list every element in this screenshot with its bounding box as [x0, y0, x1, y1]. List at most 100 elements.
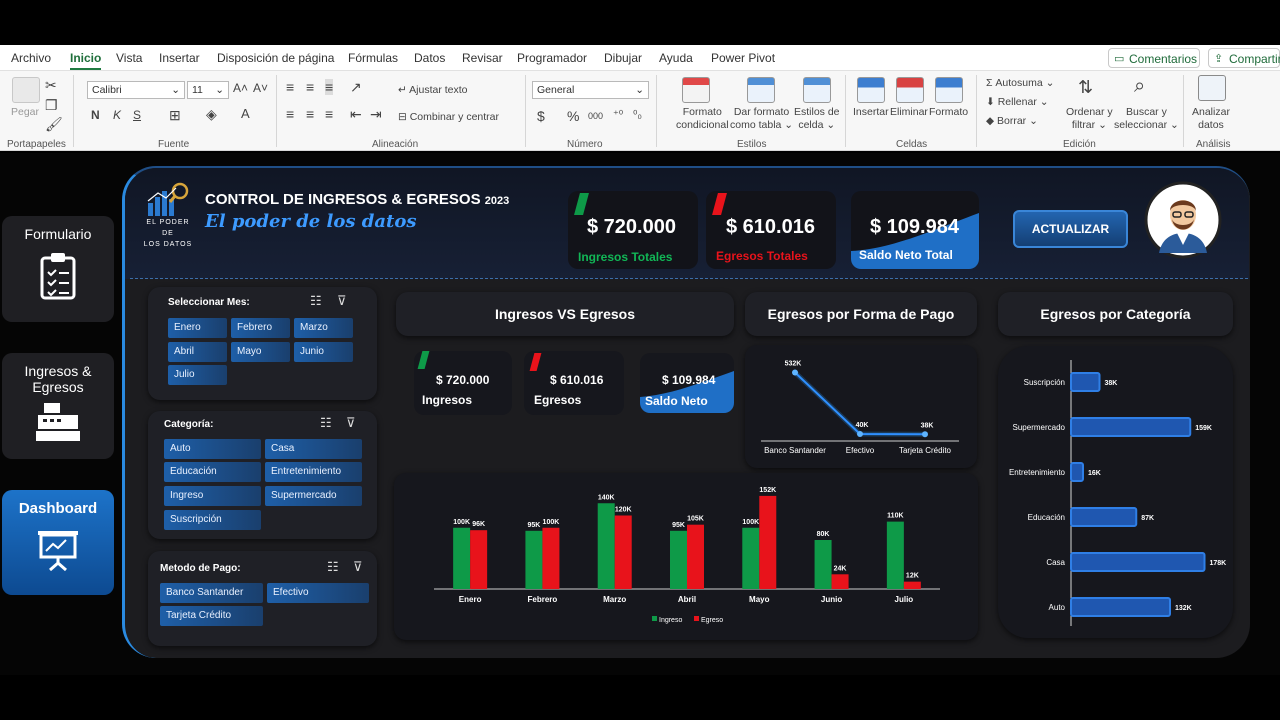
- decrease-font-icon[interactable]: A˅: [253, 81, 268, 95]
- data-label: 140K: [598, 494, 615, 501]
- increase-indent-icon[interactable]: ⇥: [370, 106, 382, 123]
- align-top-icon[interactable]: ≡: [286, 79, 294, 95]
- analyze-data-icon[interactable]: [1198, 75, 1226, 101]
- logo-text-line1: EL PODER DE: [146, 219, 190, 237]
- orientation-icon[interactable]: ↗: [350, 79, 362, 96]
- bold-icon[interactable]: N: [91, 108, 100, 122]
- clear-filter-icon[interactable]: ⊽: [346, 415, 356, 431]
- font-color-icon[interactable]: A: [241, 106, 250, 121]
- slicer-mes-item[interactable]: Abril: [168, 342, 227, 362]
- slicer-categoria-item[interactable]: Educación: [164, 462, 261, 482]
- multi-select-icon[interactable]: ☷: [320, 415, 332, 431]
- conditional-format-button[interactable]: Formato condicional: [676, 106, 729, 132]
- format-table-icon[interactable]: [747, 77, 775, 103]
- align-left-icon[interactable]: ≡: [286, 106, 294, 122]
- delete-cells-icon[interactable]: [896, 77, 924, 103]
- currency-icon[interactable]: $: [537, 108, 545, 124]
- slicer-pago-item[interactable]: Banco Santander: [160, 583, 263, 603]
- tab-disposicion[interactable]: Disposición de página: [217, 51, 334, 65]
- wrap-text-button[interactable]: ↵ Ajustar texto: [398, 84, 468, 97]
- nav-dashboard-button[interactable]: Dashboard: [2, 490, 114, 595]
- clear-filter-icon[interactable]: ⊽: [353, 559, 363, 575]
- insert-cells-icon[interactable]: [857, 77, 885, 103]
- slicer-categoria-item[interactable]: Casa: [265, 439, 362, 459]
- tab-archivo[interactable]: Archivo: [11, 51, 51, 65]
- tab-vista[interactable]: Vista: [116, 51, 142, 65]
- tab-formulas[interactable]: Fórmulas: [348, 51, 398, 65]
- comment-icon: ▭: [1114, 53, 1125, 65]
- tab-datos[interactable]: Datos: [414, 51, 445, 65]
- number-format-dropdown[interactable]: General ⌄: [532, 81, 649, 99]
- insert-cells-button[interactable]: Insertar: [853, 106, 889, 119]
- analyze-data-button[interactable]: Analizar datos: [1192, 106, 1230, 132]
- conditional-format-icon[interactable]: [682, 77, 710, 103]
- format-cells-icon[interactable]: [935, 77, 963, 103]
- multi-select-icon[interactable]: ☷: [310, 293, 322, 309]
- search-icon[interactable]: ⌕: [1134, 75, 1145, 98]
- slicer-mes-item[interactable]: Julio: [168, 365, 227, 385]
- slicer-mes-item[interactable]: Marzo: [294, 318, 353, 338]
- share-button[interactable]: ⇪ Compartir: [1208, 48, 1280, 68]
- slicer-mes-item[interactable]: Junio: [294, 342, 353, 362]
- font-name-dropdown[interactable]: Calibri ⌄: [87, 81, 185, 99]
- slicer-mes-item[interactable]: Febrero: [231, 318, 290, 338]
- bar-categoria: [1070, 552, 1206, 572]
- multi-select-icon[interactable]: ☷: [327, 559, 339, 575]
- clear-button[interactable]: ◆ Borrar ⌄: [986, 115, 1038, 128]
- increase-decimal-icon[interactable]: ⁺⁰: [613, 108, 623, 121]
- tab-programador[interactable]: Programador: [517, 51, 587, 65]
- slicer-pago-item[interactable]: Tarjeta Crédito: [160, 606, 263, 626]
- align-bottom-icon[interactable]: ≡: [325, 79, 334, 95]
- percent-icon[interactable]: %: [567, 108, 579, 124]
- decrease-indent-icon[interactable]: ⇤: [350, 106, 362, 123]
- tab-dibujar[interactable]: Dibujar: [604, 51, 642, 65]
- merge-center-button[interactable]: ⊟ Combinar y centrar: [398, 111, 499, 124]
- data-point: [922, 431, 928, 438]
- format-cells-button[interactable]: Formato: [929, 106, 968, 119]
- slicer-categoria-item[interactable]: Entretenimiento: [265, 462, 362, 482]
- autosum-button[interactable]: Σ Autosuma ⌄: [986, 77, 1054, 90]
- update-button[interactable]: ACTUALIZAR: [1013, 210, 1128, 248]
- tab-ayuda[interactable]: Ayuda: [659, 51, 693, 65]
- slicer-categoria-item[interactable]: Supermercado: [265, 486, 362, 506]
- nav-formulario-button[interactable]: Formulario: [2, 216, 114, 322]
- copy-icon[interactable]: ❐: [45, 97, 58, 114]
- increase-font-icon[interactable]: A˄: [233, 81, 248, 95]
- borders-icon[interactable]: ⊞: [169, 107, 181, 124]
- delete-cells-button[interactable]: Eliminar: [890, 106, 928, 119]
- sort-filter-button[interactable]: Ordenar y filtrar ⌄: [1066, 106, 1113, 132]
- fill-color-icon[interactable]: ◈: [206, 106, 217, 123]
- format-table-line2: como tabla: [730, 119, 782, 131]
- font-size-dropdown[interactable]: 11 ⌄: [187, 81, 229, 99]
- cell-styles-button[interactable]: Estilos de celda ⌄: [794, 106, 840, 132]
- italic-icon[interactable]: K: [113, 108, 121, 122]
- bar-ingreso: [670, 530, 687, 589]
- nav-ingresos-egresos-button[interactable]: Ingresos & Egresos: [2, 353, 114, 459]
- slicer-pago-item[interactable]: Efectivo: [267, 583, 369, 603]
- tab-power-pivot[interactable]: Power Pivot: [711, 51, 775, 65]
- slicer-mes-item[interactable]: Mayo: [231, 342, 290, 362]
- comments-button[interactable]: ▭ Comentarios: [1108, 48, 1200, 68]
- decrease-decimal-icon[interactable]: ⁰₀: [633, 108, 642, 121]
- slicer-mes-item[interactable]: Enero: [168, 318, 227, 338]
- cell-styles-icon[interactable]: [803, 77, 831, 103]
- align-middle-icon[interactable]: ≡: [306, 79, 314, 95]
- paste-icon[interactable]: [12, 77, 40, 103]
- find-select-button[interactable]: Buscar y seleccionar ⌄: [1114, 106, 1179, 132]
- format-painter-icon[interactable]: 🖌: [45, 116, 63, 133]
- tab-inicio[interactable]: Inicio: [70, 51, 102, 70]
- sort-filter-icon[interactable]: ⇅: [1078, 77, 1093, 98]
- cut-icon[interactable]: ✂: [45, 77, 57, 94]
- slicer-categoria-item[interactable]: Ingreso: [164, 486, 261, 506]
- format-table-button[interactable]: Dar formato como tabla ⌄: [730, 106, 793, 132]
- tab-revisar[interactable]: Revisar: [462, 51, 503, 65]
- underline-icon[interactable]: S: [133, 108, 141, 122]
- clear-filter-icon[interactable]: ⊽: [337, 293, 347, 309]
- slicer-categoria-item[interactable]: Auto: [164, 439, 261, 459]
- fill-button[interactable]: ⬇ Rellenar ⌄: [986, 96, 1049, 109]
- align-right-icon[interactable]: ≡: [325, 106, 333, 122]
- slicer-categoria-item[interactable]: Suscripción: [164, 510, 261, 530]
- align-center-icon[interactable]: ≡: [306, 106, 314, 122]
- thousands-icon[interactable]: 000: [588, 111, 603, 121]
- tab-insertar[interactable]: Insertar: [159, 51, 200, 65]
